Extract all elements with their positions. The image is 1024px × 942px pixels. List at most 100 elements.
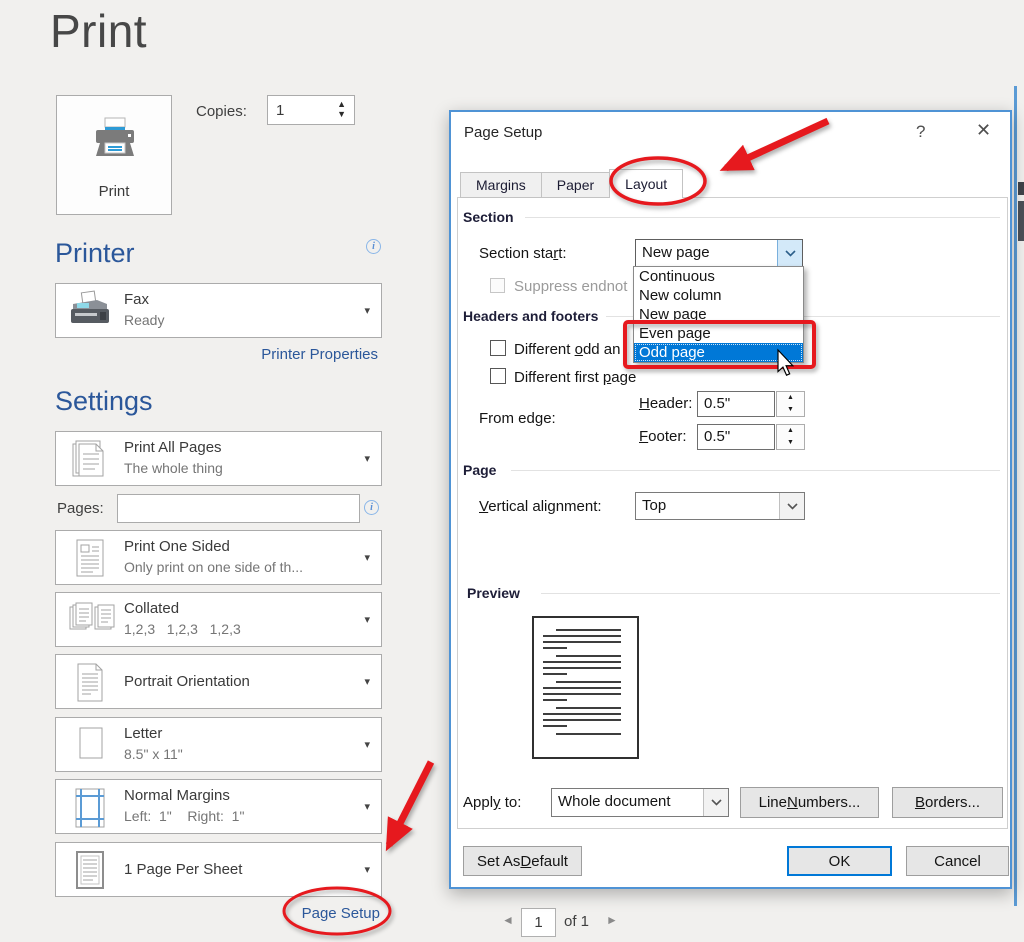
setting-title: Portrait Orientation xyxy=(124,673,250,690)
apply-to-value: Whole document xyxy=(552,789,703,816)
printer-name: Fax xyxy=(124,291,149,308)
printer-selector[interactable]: Fax Ready ▾ xyxy=(55,283,382,338)
word-print-backstage: Print Print Copies: 1 ▲ ▼ Printer i xyxy=(0,0,1024,942)
current-page-input[interactable]: 1 xyxy=(521,908,556,937)
borders-button[interactable]: Borders... xyxy=(892,787,1003,818)
printer-properties-link[interactable]: Printer Properties xyxy=(180,346,378,363)
stepper-up-icon[interactable]: ▲ xyxy=(777,425,804,437)
section-start-dropdown-list: Continuous New column New page Even page… xyxy=(633,266,804,363)
footer-stepper[interactable]: 0.5" ▲ ▼ xyxy=(697,424,805,450)
printer-info-icon[interactable]: i xyxy=(366,239,381,254)
apply-to-combobox[interactable]: Whole document xyxy=(551,788,729,817)
setting-margins[interactable]: Normal Margins Left: 1" Right: 1" ▾ xyxy=(55,779,382,834)
setting-subtitle: 8.5" x 11" xyxy=(124,746,183,762)
close-icon[interactable]: ✕ xyxy=(976,120,991,141)
printer-icon xyxy=(91,116,139,160)
chevron-down-icon xyxy=(785,250,796,257)
cancel-button[interactable]: Cancel xyxy=(906,846,1009,876)
chevron-down-icon: ▾ xyxy=(364,802,370,812)
tab-layout[interactable]: Layout xyxy=(609,169,683,198)
dropdown-option[interactable]: New page xyxy=(634,305,803,324)
preview-thumbnail xyxy=(532,616,639,759)
help-icon[interactable]: ? xyxy=(916,122,925,142)
dropdown-option[interactable]: Continuous xyxy=(634,267,803,286)
header-label: Header: xyxy=(639,395,692,412)
copies-down-icon[interactable]: ▼ xyxy=(337,109,346,119)
combobox-dropdown-button[interactable] xyxy=(779,493,804,519)
settings-heading: Settings xyxy=(55,386,153,417)
chevron-down-icon: ▾ xyxy=(364,677,370,687)
pages-info-icon[interactable]: i xyxy=(364,500,379,515)
page-count-label: of 1 xyxy=(564,913,589,930)
setting-orientation[interactable]: Portrait Orientation ▾ xyxy=(55,654,382,709)
headers-footers-group-label: Headers and footers xyxy=(463,308,598,324)
tab-margins[interactable]: Margins xyxy=(460,172,542,198)
section-start-combobox[interactable]: New page xyxy=(635,239,803,267)
setting-title: Collated xyxy=(124,600,179,617)
stepper-down-icon[interactable]: ▼ xyxy=(777,404,804,416)
line-numbers-button[interactable]: Line Numbers... xyxy=(740,787,879,818)
stepper-up-icon[interactable]: ▲ xyxy=(777,392,804,404)
apply-to-label: Apply to: xyxy=(463,794,521,811)
copies-value: 1 xyxy=(276,102,284,119)
suppress-endnotes-label: Suppress endnot xyxy=(514,278,627,295)
pages-input[interactable] xyxy=(117,494,360,523)
ok-button[interactable]: OK xyxy=(787,846,892,876)
setting-title: Print One Sided xyxy=(124,538,230,555)
different-odd-even-checkbox[interactable] xyxy=(490,340,506,356)
fax-printer-icon xyxy=(67,290,113,330)
header-stepper[interactable]: 0.5" ▲ ▼ xyxy=(697,391,805,417)
page-title: Print xyxy=(50,4,147,58)
copies-up-icon[interactable]: ▲ xyxy=(337,99,346,109)
different-odd-even-label: Different odd an xyxy=(514,341,620,358)
combobox-dropdown-button[interactable] xyxy=(777,240,802,266)
page-setup-dialog: Page Setup ? ✕ Margins Paper Layout Sect… xyxy=(449,110,1012,889)
footer-value: 0.5" xyxy=(697,424,775,450)
next-page-icon[interactable]: ► xyxy=(606,913,618,927)
group-divider xyxy=(525,217,1000,218)
pages-label: Pages: xyxy=(57,500,104,517)
setting-print-one-sided[interactable]: Print One Sided Only print on one side o… xyxy=(55,530,382,585)
combobox-dropdown-button[interactable] xyxy=(703,789,728,816)
setting-pages-per-sheet[interactable]: 1 Page Per Sheet ▾ xyxy=(55,842,382,897)
preview-pane-edge xyxy=(1014,86,1017,906)
vertical-alignment-combobox[interactable]: Top xyxy=(635,492,805,520)
scrollbar-thumb[interactable] xyxy=(1018,201,1024,241)
setting-title: Normal Margins xyxy=(124,787,230,804)
copies-label: Copies: xyxy=(196,103,247,120)
set-as-default-button[interactable]: Set As Default xyxy=(463,846,582,876)
scrollbar-arrow[interactable] xyxy=(1018,182,1024,195)
tab-paper[interactable]: Paper xyxy=(541,172,610,198)
section-start-value: New page xyxy=(636,240,777,266)
from-edge-label: From edge: xyxy=(479,410,556,427)
setting-title: 1 Page Per Sheet xyxy=(124,861,242,878)
one-sided-icon xyxy=(67,537,113,581)
setting-paper-size[interactable]: Letter 8.5" x 11" ▾ xyxy=(55,717,382,772)
printer-status: Ready xyxy=(124,312,164,328)
copies-stepper[interactable]: 1 ▲ ▼ xyxy=(267,95,355,125)
collated-icon xyxy=(67,599,117,643)
setting-collated[interactable]: Collated 1,2,3 1,2,3 1,2,3 ▾ xyxy=(55,592,382,647)
setting-title: Print All Pages xyxy=(124,439,222,456)
suppress-endnotes-checkbox[interactable] xyxy=(490,278,505,293)
group-divider xyxy=(541,593,1000,594)
dropdown-option[interactable]: New column xyxy=(634,286,803,305)
page-setup-link[interactable]: Page Setup xyxy=(260,905,380,922)
dropdown-option[interactable]: Even page xyxy=(634,324,803,343)
letter-size-icon xyxy=(67,724,113,768)
different-first-page-checkbox[interactable] xyxy=(490,368,506,384)
chevron-down-icon xyxy=(711,799,722,806)
printer-heading: Printer xyxy=(55,238,135,269)
dropdown-option-selected[interactable]: Odd page xyxy=(634,343,803,362)
portrait-icon xyxy=(67,661,113,705)
header-value: 0.5" xyxy=(697,391,775,417)
print-button-label: Print xyxy=(57,183,171,200)
setting-subtitle: The whole thing xyxy=(124,460,223,476)
print-button[interactable]: Print xyxy=(56,95,172,215)
setting-print-all-pages[interactable]: Print All Pages The whole thing ▾ xyxy=(55,431,382,486)
chevron-down-icon xyxy=(787,503,798,510)
stepper-down-icon[interactable]: ▼ xyxy=(777,437,804,449)
chevron-down-icon: ▾ xyxy=(364,740,370,750)
previous-page-icon[interactable]: ◄ xyxy=(502,913,514,927)
setting-subtitle: 1,2,3 1,2,3 1,2,3 xyxy=(124,621,241,637)
